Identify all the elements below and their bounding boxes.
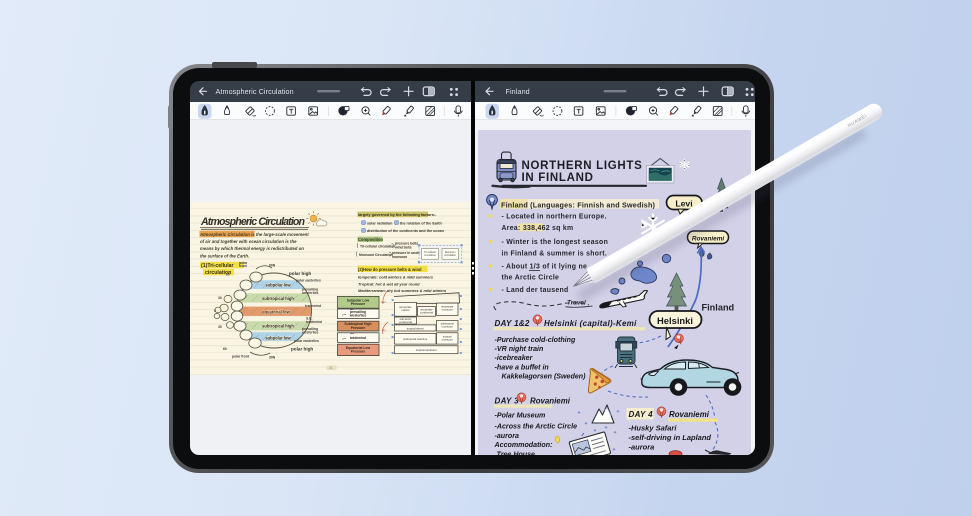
svg-text:Pressure: Pressure xyxy=(351,302,366,306)
svg-text:tradewind: tradewind xyxy=(306,320,322,324)
svg-text:Levi: Levi xyxy=(675,199,692,209)
svg-text:Atmospheric Circulation is the: Atmospheric Circulation is the large-sca… xyxy=(199,232,309,237)
svg-text:Rovaniemi: Rovaniemi xyxy=(669,410,710,419)
svg-text:31: 31 xyxy=(329,366,333,370)
svg-text:dry: dry xyxy=(382,328,386,332)
svg-text:- About 1/3 of it lying ne: - About 1/3 of it lying ne xyxy=(502,264,588,271)
svg-text:-aurora: -aurora xyxy=(495,432,519,440)
svg-text:tropical desert: tropical desert xyxy=(407,326,424,330)
svg-text:DAY 4: DAY 4 xyxy=(629,410,654,419)
svg-text:polar easterlies: polar easterlies xyxy=(294,339,319,343)
svg-text:distribution of the continents: distribution of the continents and the o… xyxy=(367,229,445,233)
svg-text:IN FINLAND: IN FINLAND xyxy=(522,172,594,184)
svg-text:(2)How do pressure belts & win: (2)How do pressure belts & wind xyxy=(358,267,422,272)
svg-text:in Finland & summer is short.: in Finland & summer is short. xyxy=(502,251,608,258)
svg-text:westerlies: westerlies xyxy=(301,291,319,295)
svg-text:subtropical high: subtropical high xyxy=(262,324,294,329)
svg-text:tropical rainforest: tropical rainforest xyxy=(416,348,437,352)
svg-text:means by which thermal energy: means by which thermal energy is redistr… xyxy=(200,246,304,251)
svg-text:continental: continental xyxy=(420,311,433,315)
svg-text:monsoon: monsoon xyxy=(392,255,407,259)
svg-text:monsoon: monsoon xyxy=(442,308,454,311)
svg-text:30: 30 xyxy=(218,296,222,300)
svg-text:Monsoon Circulation: Monsoon Circulation xyxy=(359,253,393,257)
svg-text:continental: continental xyxy=(399,320,412,324)
svg-text:- Located in northern Europe.: - Located in northern Europe. xyxy=(502,214,607,221)
svg-text:Pressure: Pressure xyxy=(351,326,366,330)
svg-text:Kakkelagorsen (Sweden): Kakkelagorsen (Sweden) xyxy=(502,372,587,380)
svg-text:subtropical high: subtropical high xyxy=(262,296,294,301)
svg-text:polar high: polar high xyxy=(291,347,313,352)
svg-text:subpolar low: subpolar low xyxy=(265,335,291,340)
svg-text:Tropical: hot & wet all year r: Tropical: hot & wet all year round xyxy=(358,281,420,286)
svg-text:Finland: Finland xyxy=(702,303,735,313)
svg-text:-aurora: -aurora xyxy=(629,442,655,451)
svg-text:-icebreaker: -icebreaker xyxy=(495,354,534,362)
svg-text:monsoon: monsoon xyxy=(442,326,454,329)
svg-text:Finland: Finland xyxy=(506,87,530,96)
svg-text:polar high: polar high xyxy=(289,271,311,276)
svg-text:polar easterlies: polar easterlies xyxy=(296,279,321,283)
svg-text:Accommodation:: Accommodation: xyxy=(494,441,553,449)
svg-text:Tri-cellular circulation: Tri-cellular circulation xyxy=(360,245,395,249)
svg-text:polar front: polar front xyxy=(232,355,250,359)
svg-text:marine: marine xyxy=(401,308,410,312)
svg-text:the Arctic Circle: the Arctic Circle xyxy=(502,275,560,282)
svg-text:- Land der tausend: - Land der tausend xyxy=(502,287,569,294)
svg-text:Atmospheric Circulation: Atmospheric Circulation xyxy=(216,87,294,96)
svg-text:Helsinki: Helsinki xyxy=(657,315,693,326)
svg-text:NORTHERN LIGHTS: NORTHERN LIGHTS xyxy=(522,160,643,172)
svg-text:equatorial low: equatorial low xyxy=(262,309,290,314)
svg-text:60: 60 xyxy=(226,273,230,277)
svg-text:0: 0 xyxy=(214,309,216,313)
svg-text:subtropical maritime: subtropical maritime xyxy=(403,337,428,341)
svg-text:Rovaniemi: Rovaniemi xyxy=(692,235,725,242)
svg-text:monsoon: monsoon xyxy=(442,338,454,341)
svg-text:rain: rain xyxy=(381,300,386,304)
svg-text:westerlies: westerlies xyxy=(349,314,367,318)
svg-text:Finland (Languages: Finnish an: Finland (Languages: Finnish and Swedish) xyxy=(501,200,656,209)
svg-text:Tree House: Tree House xyxy=(497,451,536,456)
svg-text:Rovaniemi: Rovaniemi xyxy=(530,397,571,406)
svg-text:60N: 60N xyxy=(269,264,276,268)
svg-text:-have a buffet in: -have a buffet in xyxy=(495,363,550,371)
svg-text:westerlies: westerlies xyxy=(301,331,319,335)
svg-text:temperate: cold winters & mild: temperate: cold winters & mild summers xyxy=(358,275,434,280)
svg-text:30N: 30N xyxy=(269,356,276,360)
svg-text:the surface of the Earth.: the surface of the Earth. xyxy=(200,253,249,258)
svg-text:60: 60 xyxy=(223,347,227,351)
svg-text:(1)Tri-cellular: (1)Tri-cellular xyxy=(201,263,234,269)
svg-text:30: 30 xyxy=(218,325,222,329)
svg-text:tradewind: tradewind xyxy=(305,304,321,308)
svg-text:circulation: circulation xyxy=(424,253,436,257)
svg-text:- Winter is the longest season: - Winter is the longest season xyxy=(502,239,609,246)
svg-text:Area: 338,462 sq km: Area: 338,462 sq km xyxy=(502,225,574,232)
svg-text:DAY 1&2: DAY 1&2 xyxy=(495,319,530,328)
svg-text:Composition: Composition xyxy=(358,237,384,242)
svg-text:Helsinki (capital)-Kemi: Helsinki (capital)-Kemi xyxy=(544,319,637,328)
svg-text:DAY 3: DAY 3 xyxy=(495,397,520,406)
svg-text:the rotation of the Earth: the rotation of the Earth xyxy=(400,221,443,225)
svg-text:Atmospheric Circulation: Atmospheric Circulation xyxy=(200,216,306,228)
svg-text:wind belts: wind belts xyxy=(394,245,412,249)
svg-text:subpolar low: subpolar low xyxy=(265,283,291,288)
svg-text:-self-driving in Lapland: -self-driving in Lapland xyxy=(629,433,712,442)
svg-text:-VR night train: -VR night train xyxy=(495,345,545,353)
svg-text:circulation: circulation xyxy=(444,253,456,257)
svg-text:Pressure: Pressure xyxy=(351,350,366,354)
svg-text:-Husky Safari: -Husky Safari xyxy=(629,424,678,433)
svg-text:largely governed by the follow: largely governed by the following factor… xyxy=(358,212,437,217)
svg-text:-Purchase cold-clothing: -Purchase cold-clothing xyxy=(495,336,576,344)
svg-text:solar radiation: solar radiation xyxy=(367,221,393,225)
svg-text:of air and together with ocean: of air and together with ocean circulati… xyxy=(200,239,297,244)
svg-text:front: front xyxy=(239,264,248,268)
svg-text:-Polar Museum: -Polar Museum xyxy=(495,412,547,420)
svg-text:-Across the Arctic Circle: -Across the Arctic Circle xyxy=(495,423,578,431)
svg-text:tradewind: tradewind xyxy=(350,336,366,340)
svg-text:Mediterranean: dry but summers: Mediterranean: dry but summers & mild wi… xyxy=(358,288,447,293)
